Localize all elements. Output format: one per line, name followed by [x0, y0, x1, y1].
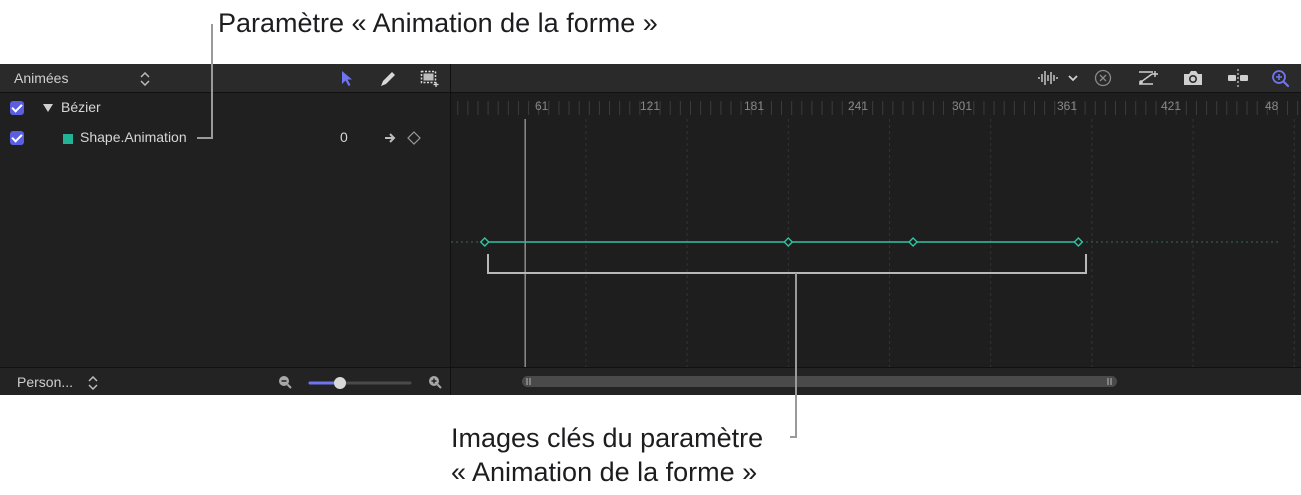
graph-toolbar — [451, 64, 1301, 93]
shape-animation-value[interactable]: 0 — [340, 129, 348, 145]
scrollbar-right-handle[interactable] — [1107, 378, 1113, 385]
audio-waveform-icon[interactable] — [1037, 69, 1059, 87]
keyframe-diamond[interactable] — [479, 237, 490, 247]
param-row-bezier[interactable]: Bézier — [0, 94, 450, 122]
keyframe-diamond[interactable] — [908, 237, 919, 247]
bezier-label: Bézier — [61, 99, 101, 115]
ruler-label: 421 — [1161, 99, 1182, 113]
zoom-in-icon[interactable] — [428, 375, 442, 389]
chevron-down-icon[interactable] — [1068, 75, 1078, 83]
ruler-label: 301 — [952, 99, 973, 113]
parameter-list-header: Animées — [0, 64, 450, 93]
keyframe-diamond[interactable] — [1073, 237, 1084, 247]
ruler-label: 181 — [744, 99, 765, 113]
param-color-swatch — [63, 134, 73, 144]
ruler-label: 61 — [535, 99, 549, 113]
ruler-label: 241 — [848, 99, 869, 113]
up-down-chevron-icon[interactable] — [140, 72, 150, 86]
zoom-out-icon[interactable] — [278, 375, 292, 389]
parameter-list-panel: Animées Bézier Shape.Animation 0 Person.… — [0, 64, 451, 395]
keyframe-graph[interactable] — [451, 119, 1301, 367]
callout-keyframes-line1: Images clés du paramètre — [451, 423, 764, 453]
parameter-list-footer: Person... — [0, 367, 450, 395]
callout-keyframes-line2: « Animation de la forme » — [451, 457, 758, 487]
disclosure-triangle-icon[interactable] — [43, 104, 53, 113]
keyframe-diamond[interactable] — [783, 237, 794, 247]
zoom-slider[interactable] — [308, 376, 412, 390]
filter-popup[interactable]: Animées — [14, 70, 68, 86]
camera-snapshot-icon[interactable] — [1182, 69, 1204, 87]
add-keyframe-diamond-icon[interactable] — [407, 131, 421, 145]
callout-shape-animation-param: Paramètre « Animation de la forme » — [218, 8, 658, 38]
pen-tool-icon[interactable] — [378, 69, 398, 89]
shape-animation-label: Shape.Animation — [80, 129, 187, 145]
zoom-slider-knob[interactable] — [334, 377, 346, 389]
keyframe-editor: Animées Bézier Shape.Animation 0 Person.… — [0, 64, 1301, 395]
ruler-label: 361 — [1057, 99, 1078, 113]
shape-animation-checkbox[interactable] — [10, 131, 24, 145]
ruler-label: 48 — [1265, 99, 1279, 113]
clear-icon[interactable] — [1094, 69, 1112, 87]
bezier-checkbox[interactable] — [10, 101, 24, 115]
param-row-shape-animation[interactable]: Shape.Animation 0 — [0, 124, 450, 152]
horizontal-scrollbar[interactable] — [522, 376, 1117, 387]
ruler-label: 121 — [640, 99, 661, 113]
set-popup-label[interactable]: Person... — [17, 374, 73, 390]
next-keyframe-arrow-icon[interactable] — [384, 132, 398, 144]
fit-curve-icon[interactable] — [1137, 69, 1159, 87]
graph-footer — [451, 367, 1301, 395]
zoom-to-fit-icon[interactable] — [1271, 69, 1291, 89]
arrow-tool-icon[interactable] — [340, 70, 354, 87]
timeline-ruler[interactable]: 61 121 181 241 301 361 421 48 — [451, 93, 1301, 119]
set-popup-chevron-icon[interactable] — [88, 376, 98, 390]
marquee-tool-icon[interactable] — [420, 70, 440, 88]
keyframe-graph-panel: 61 121 181 241 301 361 421 48 — [451, 64, 1301, 395]
snapping-icon[interactable] — [1226, 68, 1250, 88]
callout-keyframes: Images clés du paramètre « Animation de … — [451, 421, 763, 489]
scrollbar-left-handle[interactable] — [526, 378, 532, 385]
filter-popup-label: Animées — [14, 70, 69, 86]
